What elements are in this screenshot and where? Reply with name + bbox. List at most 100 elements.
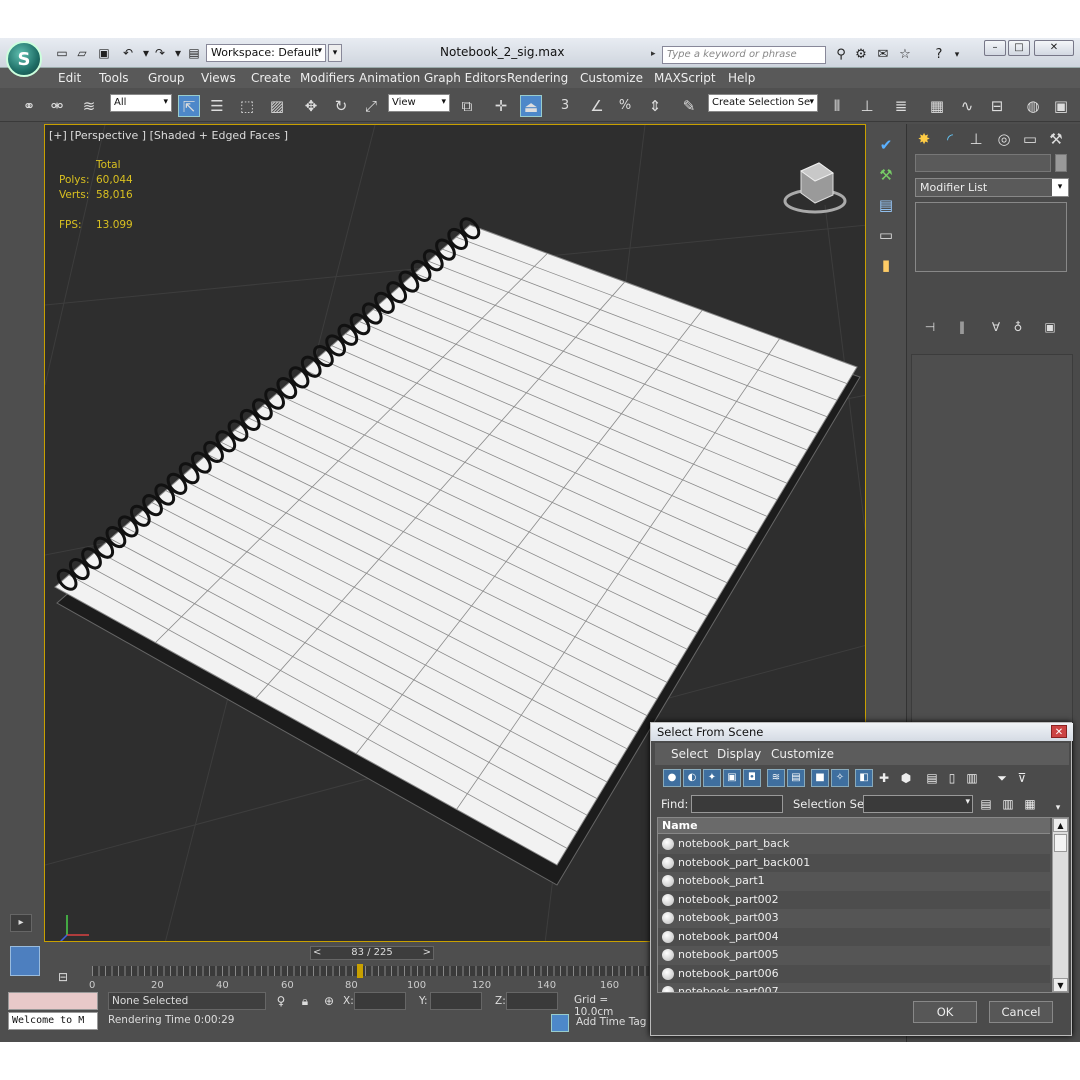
list-item[interactable]: notebook_part_back [658,835,1050,854]
select-and-scale-icon[interactable]: ⤢ [360,95,382,117]
toolbar-overflow-icon[interactable]: ▾ [1049,799,1067,817]
list-item[interactable]: notebook_part005 [658,946,1050,965]
snaps-toggle-icon[interactable]: 3 [554,95,576,117]
new-file-icon[interactable]: ▭ [54,46,70,60]
edit-named-selection-icon[interactable]: ✎ [678,95,700,117]
display-geometry-icon[interactable]: ● [663,769,681,787]
pivot-center-icon[interactable]: ⧉ [456,95,478,117]
select-and-rotate-icon[interactable]: ↻ [330,95,352,117]
percent-snap-icon[interactable]: % [614,95,636,117]
redo-icon[interactable]: ↷ [152,46,168,60]
search-expand-icon[interactable]: ▸ [651,46,661,62]
render-setup-icon[interactable]: ▣ [1050,95,1072,117]
selection-lock-icon[interactable]: 🔒︎ [294,990,316,1012]
display-all-icon[interactable]: ▤ [923,769,941,787]
create-selection-set-icon[interactable]: ▤ [977,795,995,813]
redo-dropdown-icon[interactable]: ▾ [170,46,186,60]
remove-from-selection-set-icon[interactable]: ▦ [1021,795,1039,813]
object-color-swatch[interactable] [1055,154,1067,172]
maxscript-mini-listener[interactable] [8,992,98,1010]
time-tag-icon[interactable] [551,1014,569,1032]
scene-object-list[interactable]: Name notebook_part_back notebook_part_ba… [657,817,1069,993]
binoculars-icon[interactable]: ⚲ [832,47,850,63]
create-tab-icon[interactable]: ✸ [913,128,935,150]
schematic-view-icon[interactable]: ⊟ [986,95,1008,117]
modify-tab-icon[interactable]: ◜ [939,128,961,150]
list-item[interactable]: notebook_part_back001 [658,853,1050,872]
isolate-selection-icon[interactable]: ♀ [270,990,292,1012]
check-icon[interactable]: ✔ [875,134,897,156]
find-input[interactable] [691,795,783,813]
list-item[interactable]: notebook_part006 [658,964,1050,983]
x-coordinate-field[interactable] [354,992,406,1010]
modifier-list-select[interactable]: Modifier List ▾ [915,178,1069,197]
utilities-tab-icon[interactable]: ⚒ [1045,128,1067,150]
drill-icon[interactable]: ⚒ [875,164,897,186]
motion-tab-icon[interactable]: ◎ [993,128,1015,150]
display-bones-icon[interactable]: ✧ [831,769,849,787]
time-slider-next[interactable]: > [423,947,431,959]
pin-stack-icon[interactable]: ⊣ [919,316,941,338]
dialog-menu-display[interactable]: Display [717,747,761,761]
curve-editor-icon[interactable]: ∿ [956,95,978,117]
time-slider[interactable]: < 83 / 225 > [310,946,434,960]
name-column-header[interactable]: Name [658,818,1050,834]
display-shapes-icon[interactable]: ◐ [683,769,701,787]
select-by-name-icon[interactable]: ☰ [206,95,228,117]
absolute-mode-icon[interactable]: ⊕ [318,990,340,1012]
menu-create[interactable]: Create [251,71,291,85]
display-xrefs-icon[interactable]: ■ [811,769,829,787]
viewport-navigation-toggle-icon[interactable]: ▸ [10,914,32,932]
workspace-select[interactable]: Workspace: Default ▾ [206,44,326,62]
display-frozen-icon[interactable]: ✚ [875,769,893,787]
door-icon[interactable]: ▮ [875,254,897,276]
menu-group[interactable]: Group [148,71,185,85]
menu-maxscript[interactable]: MAXScript [654,71,716,85]
timeline-mini-curve-icon[interactable]: ⊟ [52,966,74,988]
select-object-icon[interactable]: ⇱ [178,95,200,117]
configure-modifier-sets-icon[interactable]: ▣ [1039,316,1061,338]
scroll-up-icon[interactable]: ▲ [1053,818,1068,832]
time-slider-prev[interactable]: < [313,947,321,959]
display-hidden-icon[interactable]: ⬢ [897,769,915,787]
search-input[interactable]: Type a keyword or phrase [662,46,826,64]
display-space-warps-icon[interactable]: ≋ [767,769,785,787]
menu-edit[interactable]: Edit [58,71,81,85]
save-icon[interactable]: ▣ [96,46,112,60]
close-button[interactable]: ✕ [1034,40,1074,56]
scroll-thumb[interactable] [1054,834,1067,852]
y-coordinate-field[interactable] [430,992,482,1010]
menu-help[interactable]: Help [728,71,755,85]
menu-customize[interactable]: Customize [580,71,643,85]
modifier-stack[interactable] [915,202,1067,272]
track-bar[interactable] [92,966,649,976]
z-coordinate-field[interactable] [506,992,558,1010]
help-icon[interactable]: ? [930,47,948,63]
undo-icon[interactable]: ↶ [120,46,136,60]
menu-views[interactable]: Views [201,71,236,85]
display-tab-icon[interactable]: ▭ [1019,128,1041,150]
object-name-field[interactable] [915,154,1051,172]
maxscript-listener-input[interactable]: Welcome to M [8,1012,98,1030]
ok-button[interactable]: OK [913,1001,977,1023]
viewport-layout-icon[interactable] [10,946,40,976]
monitor-icon[interactable]: ▭ [875,224,897,246]
menu-animation[interactable]: Animation [359,71,420,85]
open-file-icon[interactable]: ▱ [74,46,90,60]
make-unique-icon[interactable]: ∀ [985,316,1007,338]
material-editor-icon[interactable]: ◍ [1022,95,1044,117]
minimize-button[interactable]: – [984,40,1006,56]
list-item[interactable]: notebook_part1 [658,872,1050,891]
menu-rendering[interactable]: Rendering [507,71,568,85]
named-selection-set-select[interactable]: Create Selection Se ▾ [708,94,818,112]
maximize-button[interactable]: □ [1008,40,1030,56]
quick-access-dropdown[interactable]: ▾ [328,44,342,62]
display-cameras-icon[interactable]: ▣ [723,769,741,787]
add-to-selection-set-icon[interactable]: ▥ [999,795,1017,813]
bind-space-warp-icon[interactable]: ≋ [78,95,100,117]
app-logo-icon[interactable]: S [6,41,42,77]
viewcube-icon[interactable] [779,157,849,217]
display-invert-icon[interactable]: ▥ [963,769,981,787]
manipulate-icon[interactable]: ✛ [490,95,512,117]
list-item[interactable]: notebook_part004 [658,927,1050,946]
